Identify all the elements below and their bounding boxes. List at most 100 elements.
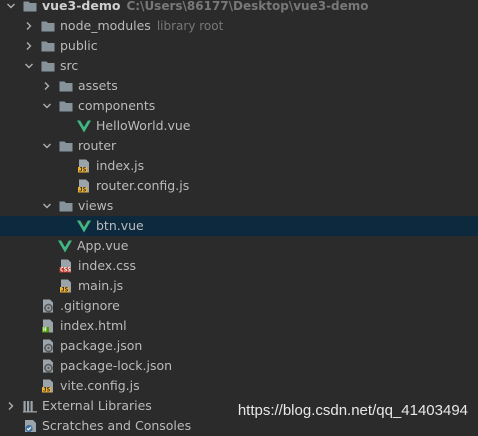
- folder-icon: [58, 198, 74, 214]
- tree-item-label: index.html: [60, 316, 127, 336]
- tree-item-label: vite.config.js: [60, 376, 140, 396]
- folder-icon: [22, 0, 38, 14]
- tree-item-assets[interactable]: assets: [0, 76, 478, 96]
- tree-item-components[interactable]: components: [0, 96, 478, 116]
- tree-item-gitignore[interactable]: .gitignore: [0, 296, 478, 316]
- tree-item-src[interactable]: src: [0, 56, 478, 76]
- folder-icon: [40, 38, 56, 54]
- tree-item-index-css[interactable]: CSS index.css: [0, 256, 478, 276]
- tree-item-helloworld-vue[interactable]: HelloWorld.vue: [0, 116, 478, 136]
- chevron-right-icon[interactable]: [22, 36, 36, 56]
- chevron-down-icon[interactable]: [40, 96, 54, 116]
- item-name: External Libraries: [42, 398, 152, 413]
- svg-text:JS: JS: [79, 187, 87, 194]
- tree-item-label: package-lock.json: [60, 356, 172, 376]
- chevron-down-icon[interactable]: [40, 196, 54, 216]
- tree-item-router[interactable]: router: [0, 136, 478, 156]
- item-name: btn.vue: [96, 218, 144, 233]
- svg-text:JS: JS: [43, 387, 51, 394]
- item-name: Scratches and Consoles: [42, 418, 192, 433]
- external-libraries-icon: [22, 398, 38, 414]
- folder-icon: [40, 18, 56, 34]
- tree-item-label: main.js: [78, 276, 123, 296]
- item-name: router.config.js: [96, 178, 190, 193]
- project-tree[interactable]: vue3-demo C:\Users\86177\Desktop\vue3-dem…: [0, 0, 478, 436]
- item-name: vite.config.js: [60, 378, 140, 393]
- json-file-icon: [40, 338, 56, 354]
- tree-item-label: node_modules library root: [60, 16, 223, 36]
- tree-item-label: vue3-demo C:\Users\86177\Desktop\vue3-dem…: [42, 0, 369, 16]
- tree-item-label: External Libraries: [42, 396, 152, 416]
- tree-item-package-json[interactable]: package.json: [0, 336, 478, 356]
- json-file-icon: [40, 358, 56, 374]
- item-name: assets: [78, 78, 118, 93]
- js-file-icon: JS: [76, 178, 92, 194]
- item-name: index.js: [96, 158, 145, 173]
- tree-item-node-modules[interactable]: node_modules library root: [0, 16, 478, 36]
- tree-item-label: public: [60, 36, 98, 56]
- svg-text:JS: JS: [61, 287, 69, 294]
- chevron-right-icon[interactable]: [22, 16, 36, 36]
- tree-item-label: App.vue: [77, 236, 128, 256]
- svg-text:JS: JS: [79, 167, 87, 174]
- tree-item-label: package.json: [60, 336, 142, 356]
- tree-item-index-js[interactable]: JS index.js: [0, 156, 478, 176]
- tree-item-router-config-js[interactable]: JS router.config.js: [0, 176, 478, 196]
- tree-item-views[interactable]: views: [0, 196, 478, 216]
- tree-item-index-html[interactable]: Hindex.html: [0, 316, 478, 336]
- watermark: https://blog.csdn.net/qq_41403494: [237, 402, 468, 419]
- folder-icon: [58, 98, 74, 114]
- project-path: C:\Users\86177\Desktop\vue3-demo: [126, 0, 369, 13]
- scratches-icon: [22, 418, 38, 434]
- folder-icon: [40, 58, 56, 74]
- chevron-down-icon[interactable]: [22, 56, 36, 76]
- item-name: App.vue: [77, 238, 129, 253]
- item-name: index.html: [60, 318, 127, 333]
- item-name: .gitignore: [60, 298, 120, 313]
- item-name: public: [60, 38, 98, 53]
- js-file-icon: JS: [40, 378, 56, 394]
- vue-file-icon: [76, 218, 92, 234]
- tree-item-label: src: [60, 56, 78, 76]
- tree-item-vite-config-js[interactable]: JS vite.config.js: [0, 376, 478, 396]
- css-file-icon: CSS: [58, 258, 74, 274]
- tree-item-vue3-demo[interactable]: vue3-demo C:\Users\86177\Desktop\vue3-dem…: [0, 0, 478, 16]
- chevron-right-icon[interactable]: [40, 76, 54, 96]
- vue-file-icon: [57, 238, 73, 254]
- item-name: HelloWorld.vue: [96, 118, 191, 133]
- folder-icon: [58, 78, 74, 94]
- chevron-down-icon[interactable]: [40, 136, 54, 156]
- item-name: router: [78, 138, 117, 153]
- tree-item-label: index.css: [78, 256, 136, 276]
- tree-item-label: Scratches and Consoles: [42, 416, 191, 436]
- item-name: package.json: [60, 338, 143, 353]
- item-name: components: [78, 98, 156, 113]
- item-name: views: [78, 198, 114, 213]
- item-name: node_modules: [60, 18, 151, 33]
- tree-item-label: .gitignore: [60, 296, 120, 316]
- tree-item-app-vue[interactable]: App.vue: [0, 236, 478, 256]
- tree-item-package-lock-json[interactable]: package-lock.json: [0, 356, 478, 376]
- item-name: package-lock.json: [60, 358, 173, 373]
- html-file-icon: H: [40, 318, 56, 334]
- tree-item-btn-vue[interactable]: btn.vue: [0, 216, 478, 236]
- tree-item-label: assets: [78, 76, 118, 96]
- chevron-right-icon[interactable]: [4, 396, 18, 416]
- tree-item-main-js[interactable]: JS main.js: [0, 276, 478, 296]
- tree-item-label: HelloWorld.vue: [96, 116, 191, 136]
- vue-file-icon: [76, 118, 92, 134]
- tree-item-scratches-and-consoles[interactable]: Scratches and Consoles: [0, 416, 478, 436]
- item-name: index.css: [78, 258, 137, 273]
- folder-icon: [58, 138, 74, 154]
- js-file-icon: JS: [76, 158, 92, 174]
- item-name: main.js: [78, 278, 124, 293]
- item-name: src: [60, 58, 79, 73]
- chevron-down-icon[interactable]: [4, 0, 18, 16]
- js-file-icon: JS: [58, 278, 74, 294]
- tree-item-label: components: [78, 96, 155, 116]
- tree-item-label: views: [78, 196, 113, 216]
- item-hint: library root: [156, 19, 224, 33]
- tree-item-label: router: [78, 136, 116, 156]
- tree-item-label: router.config.js: [96, 176, 189, 196]
- tree-item-public[interactable]: public: [0, 36, 478, 56]
